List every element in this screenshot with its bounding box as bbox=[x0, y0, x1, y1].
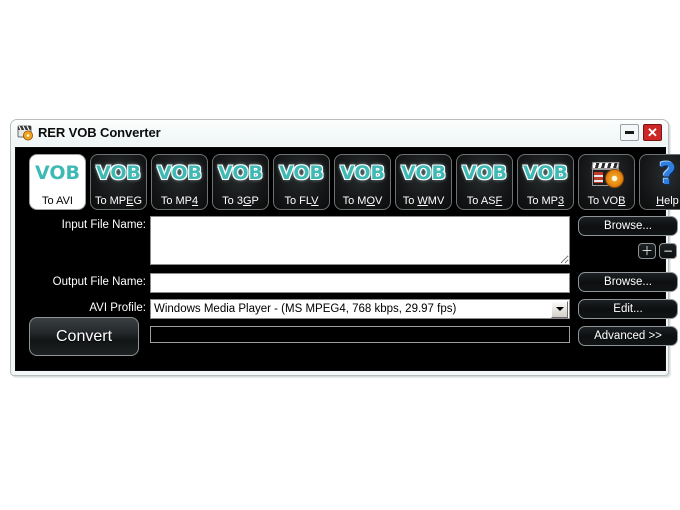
vob-text-icon: VOB bbox=[95, 162, 141, 184]
title-bar: RER VOB Converter ✕ bbox=[11, 120, 668, 145]
output-file-input[interactable] bbox=[150, 273, 570, 293]
question-mark-icon: ? bbox=[658, 157, 677, 192]
tab-label-to-mov: To MOV bbox=[342, 195, 383, 207]
avi-profile-label: AVI Profile: bbox=[89, 302, 146, 314]
advanced-button[interactable]: Advanced >> bbox=[578, 326, 678, 346]
application-window: RER VOB Converter ✕ VOB To AVI VOB To MP… bbox=[10, 119, 680, 376]
tab-label-to-mpeg: To MPEG bbox=[94, 195, 143, 207]
vob-text-icon: VOB bbox=[217, 162, 263, 184]
input-file-input[interactable] bbox=[150, 216, 570, 265]
tab-to-vob[interactable]: To VOB bbox=[578, 154, 635, 210]
remove-file-button[interactable]: − bbox=[659, 243, 677, 259]
convert-button[interactable]: Convert bbox=[29, 317, 139, 356]
vob-text-icon: VOB bbox=[34, 162, 80, 184]
vob-text-icon: VOB bbox=[156, 162, 202, 184]
minimize-icon bbox=[625, 131, 634, 134]
window-title: RER VOB Converter bbox=[38, 125, 161, 140]
input-file-label: Input File Name: bbox=[61, 219, 146, 231]
tab-to-mp4[interactable]: VOB To MP4 bbox=[151, 154, 208, 210]
vob-text-icon: VOB bbox=[400, 162, 446, 184]
avi-profile-select[interactable]: Windows Media Player - (MS MPEG4, 768 kb… bbox=[150, 299, 570, 319]
close-button[interactable]: ✕ bbox=[643, 124, 662, 141]
browse-input-button[interactable]: Browse... bbox=[578, 216, 678, 236]
minimize-button[interactable] bbox=[620, 124, 639, 141]
tab-label-to-flv: To FLV bbox=[284, 195, 319, 207]
tab-label-to-wmv: To WMV bbox=[402, 195, 445, 207]
tab-to-flv[interactable]: VOB To FLV bbox=[273, 154, 330, 210]
conversion-progress-bar bbox=[150, 326, 570, 343]
browse-output-button[interactable]: Browse... bbox=[578, 272, 678, 292]
tab-to-mov[interactable]: VOB To MOV bbox=[334, 154, 391, 210]
tab-label-to-mp3: To MP3 bbox=[526, 195, 565, 207]
add-file-button[interactable]: ＋ bbox=[638, 243, 656, 259]
tab-label-to-mp4: To MP4 bbox=[160, 195, 199, 207]
tab-to-mpeg[interactable]: VOB To MPEG bbox=[90, 154, 147, 210]
tab-label-to-asf: To ASF bbox=[466, 195, 503, 207]
tab-label-to-vob: To VOB bbox=[587, 195, 626, 207]
tab-label-help: Help bbox=[656, 195, 679, 207]
tab-help[interactable]: ? Help bbox=[639, 154, 680, 210]
window-controls: ✕ bbox=[620, 124, 664, 141]
chevron-down-icon[interactable] bbox=[551, 300, 568, 318]
format-toolbar: VOB To AVI VOB To MPEG VOB To MP4 VOB To… bbox=[29, 154, 680, 210]
form-area: Input File Name: Browse... ＋ − Output Fi… bbox=[16, 216, 678, 372]
vob-text-icon: VOB bbox=[339, 162, 385, 184]
tab-to-wmv[interactable]: VOB To WMV bbox=[395, 154, 452, 210]
tab-to-mp3[interactable]: VOB To MP3 bbox=[517, 154, 574, 210]
clapperboard-disc-icon bbox=[590, 162, 624, 188]
vob-text-icon: VOB bbox=[461, 162, 507, 184]
output-file-label: Output File Name: bbox=[52, 276, 146, 288]
tab-to-3gp[interactable]: VOB To 3GP bbox=[212, 154, 269, 210]
tab-label-to-3gp: To 3GP bbox=[222, 195, 259, 207]
app-disc-icon bbox=[17, 124, 34, 141]
tab-to-avi[interactable]: VOB To AVI bbox=[29, 154, 86, 210]
tab-label-to-avi: To AVI bbox=[42, 195, 73, 207]
edit-profile-button[interactable]: Edit... bbox=[578, 299, 678, 319]
window-body: VOB To AVI VOB To MPEG VOB To MP4 VOB To… bbox=[15, 147, 680, 372]
tab-to-asf[interactable]: VOB To ASF bbox=[456, 154, 513, 210]
vob-text-icon: VOB bbox=[522, 162, 568, 184]
avi-profile-value: Windows Media Player - (MS MPEG4, 768 kb… bbox=[154, 303, 457, 315]
vob-text-icon: VOB bbox=[278, 162, 324, 184]
